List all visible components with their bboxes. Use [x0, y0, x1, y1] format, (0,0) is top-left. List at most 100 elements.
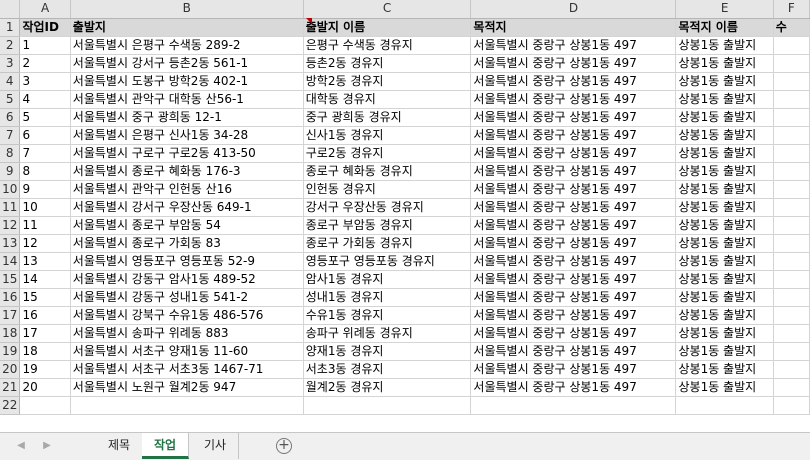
empty-cell[interactable] [773, 378, 810, 397]
comment-indicator-icon[interactable] [306, 18, 312, 24]
cell[interactable]: 서울특별시 중랑구 상봉1동 497 [470, 306, 677, 325]
empty-cell[interactable] [773, 36, 810, 55]
row-header[interactable]: 17 [0, 306, 21, 325]
job-id-cell[interactable]: 17 [19, 324, 71, 343]
cell[interactable]: 상봉1동 출발지 [675, 306, 774, 325]
job-id-cell[interactable]: 1 [19, 36, 71, 55]
cell[interactable]: 상봉1동 출발지 [675, 216, 774, 235]
row-header[interactable]: 6 [0, 108, 21, 127]
cell[interactable]: 서울특별시 중랑구 상봉1동 497 [470, 90, 677, 109]
cell[interactable]: 상봉1동 출발지 [675, 252, 774, 271]
cell[interactable]: 서울특별시 중랑구 상봉1동 497 [470, 54, 677, 73]
column-header-e[interactable]: E [675, 0, 774, 19]
cell[interactable]: 은평구 수색동 경유지 [303, 36, 472, 55]
cell[interactable]: 서울특별시 중랑구 상봉1동 497 [470, 270, 677, 289]
cell[interactable]: 서울특별시 구로구 구로2동 413-50 [70, 144, 304, 163]
job-id-cell[interactable]: 14 [19, 270, 71, 289]
cell[interactable]: 구로2동 경유지 [303, 144, 472, 163]
row-header[interactable]: 9 [0, 162, 21, 181]
cell[interactable]: 서울특별시 종로구 가회동 83 [70, 234, 304, 253]
empty-cell[interactable] [773, 342, 810, 361]
cell[interactable]: 서울특별시 송파구 위례동 883 [70, 324, 304, 343]
job-id-cell[interactable]: 4 [19, 90, 71, 109]
job-id-cell[interactable]: 10 [19, 198, 71, 217]
cell[interactable]: 서울특별시 중랑구 상봉1동 497 [470, 108, 677, 127]
empty-cell[interactable] [773, 324, 810, 343]
empty-cell[interactable] [19, 396, 71, 415]
header-cell[interactable]: 출발지 이름 [303, 18, 472, 37]
header-cell[interactable]: 작업ID [19, 18, 71, 37]
cell[interactable]: 중구 광희동 경유지 [303, 108, 472, 127]
job-id-cell[interactable]: 19 [19, 360, 71, 379]
job-id-cell[interactable]: 18 [19, 342, 71, 361]
cell[interactable]: 송파구 위례동 경유지 [303, 324, 472, 343]
spreadsheet-grid[interactable]: ABCDEF 1 작업ID 출발지 출발지 이름 목적지 목적지 이름 수 2 1 서울특별시 은… [0, 0, 810, 432]
cell[interactable]: 서울특별시 서초구 서초3동 1467-71 [70, 360, 304, 379]
sheet-tab[interactable]: 제목 [96, 433, 144, 459]
job-id-cell[interactable]: 20 [19, 378, 71, 397]
row-header[interactable]: 18 [0, 324, 21, 343]
cell[interactable]: 신사1동 경유지 [303, 126, 472, 145]
row-header[interactable]: 8 [0, 144, 21, 163]
job-id-cell[interactable]: 5 [19, 108, 71, 127]
cell[interactable]: 상봉1동 출발지 [675, 72, 774, 91]
empty-cell[interactable] [773, 90, 810, 109]
cell[interactable]: 서울특별시 중랑구 상봉1동 497 [470, 216, 677, 235]
row-header[interactable]: 3 [0, 54, 21, 73]
job-id-cell[interactable]: 8 [19, 162, 71, 181]
empty-cell[interactable] [773, 252, 810, 271]
empty-cell[interactable] [773, 306, 810, 325]
cell[interactable]: 종로구 가회동 경유지 [303, 234, 472, 253]
empty-cell[interactable] [470, 396, 677, 415]
cell[interactable]: 서울특별시 강북구 수유1동 486-576 [70, 306, 304, 325]
empty-cell[interactable] [773, 360, 810, 379]
cell[interactable]: 서울특별시 영등포구 영등포동 52-9 [70, 252, 304, 271]
cell[interactable]: 대학동 경유지 [303, 90, 472, 109]
column-header-b[interactable]: B [70, 0, 304, 19]
empty-cell[interactable] [773, 72, 810, 91]
cell[interactable]: 서울특별시 서초구 양재1동 11-60 [70, 342, 304, 361]
empty-cell[interactable] [773, 162, 810, 181]
row-header[interactable]: 5 [0, 90, 21, 109]
row-header[interactable]: 13 [0, 234, 21, 253]
job-id-cell[interactable]: 16 [19, 306, 71, 325]
empty-cell[interactable] [773, 108, 810, 127]
job-id-cell[interactable]: 11 [19, 216, 71, 235]
job-id-cell[interactable]: 2 [19, 54, 71, 73]
cell[interactable]: 서울특별시 종로구 혜화동 176-3 [70, 162, 304, 181]
row-header[interactable]: 16 [0, 288, 21, 307]
row-header[interactable]: 15 [0, 270, 21, 289]
cell[interactable]: 서울특별시 강동구 암사1동 489-52 [70, 270, 304, 289]
header-cell[interactable]: 출발지 [70, 18, 304, 37]
cell[interactable]: 상봉1동 출발지 [675, 234, 774, 253]
cell[interactable]: 서울특별시 중랑구 상봉1동 497 [470, 288, 677, 307]
row-header[interactable]: 19 [0, 342, 21, 361]
row-header[interactable]: 7 [0, 126, 21, 145]
cell[interactable]: 상봉1동 출발지 [675, 54, 774, 73]
cell[interactable]: 서울특별시 은평구 신사1동 34-28 [70, 126, 304, 145]
cell[interactable]: 상봉1동 출발지 [675, 360, 774, 379]
cell[interactable]: 서울특별시 강동구 성내1동 541-2 [70, 288, 304, 307]
select-all-corner[interactable] [0, 0, 21, 19]
cell[interactable]: 상봉1동 출발지 [675, 342, 774, 361]
row-header[interactable]: 22 [0, 396, 21, 415]
row-header[interactable]: 10 [0, 180, 21, 199]
empty-cell[interactable] [675, 396, 774, 415]
empty-cell[interactable] [773, 234, 810, 253]
job-id-cell[interactable]: 3 [19, 72, 71, 91]
empty-cell[interactable] [773, 180, 810, 199]
cell[interactable]: 상봉1동 출발지 [675, 108, 774, 127]
cell[interactable]: 서울특별시 관악구 대학동 산56-1 [70, 90, 304, 109]
empty-cell[interactable] [303, 396, 472, 415]
sheet-tab[interactable]: 기사 [192, 433, 240, 459]
cell[interactable]: 서울특별시 은평구 수색동 289-2 [70, 36, 304, 55]
empty-cell[interactable] [773, 144, 810, 163]
job-id-cell[interactable]: 9 [19, 180, 71, 199]
cell[interactable]: 서울특별시 중랑구 상봉1동 497 [470, 378, 677, 397]
cell[interactable]: 서초3동 경유지 [303, 360, 472, 379]
cell[interactable]: 서울특별시 강서구 등촌2동 561-1 [70, 54, 304, 73]
cell[interactable]: 월계2동 경유지 [303, 378, 472, 397]
row-header[interactable]: 1 [0, 18, 21, 37]
row-header[interactable]: 4 [0, 72, 21, 91]
cell[interactable]: 서울특별시 관악구 인헌동 산16 [70, 180, 304, 199]
